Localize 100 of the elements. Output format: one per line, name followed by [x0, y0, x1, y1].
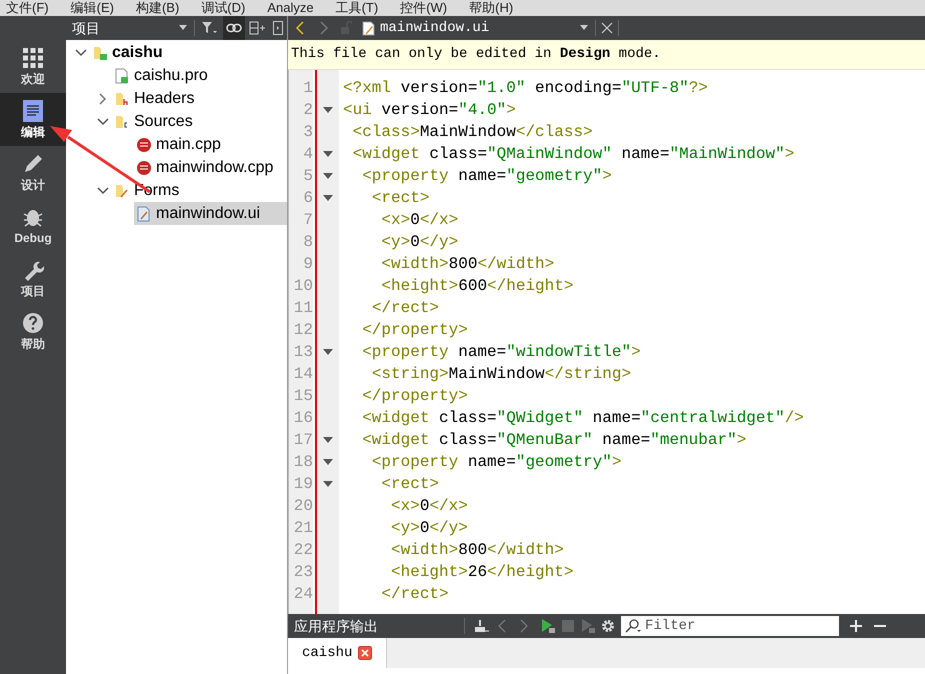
dropdown-caret-icon[interactable]	[579, 25, 589, 31]
folder-icon	[92, 44, 108, 60]
fold-icon[interactable]	[323, 481, 333, 487]
code-line: <widget class="QWidget" name="centralwidget"/>	[361, 408, 805, 429]
code-line: <widget class="QMainWindow" name="MainWindow">	[352, 144, 796, 165]
line-number: 14	[292, 364, 313, 385]
info-bar: This file can only be edited in Design mode.	[288, 40, 925, 70]
folder-icon	[114, 90, 130, 106]
folder-icon	[114, 114, 130, 130]
link-icon	[226, 23, 242, 33]
code-line: <width>800</width>	[390, 540, 565, 561]
code-line: <?xml version="1.0" encoding="UTF-8"?>	[343, 78, 709, 99]
line-number: 17	[292, 430, 313, 451]
menu-item[interactable]: 调试(D)	[201, 0, 246, 16]
line-number: 10	[292, 276, 313, 297]
file-icon	[362, 20, 375, 36]
tree-item[interactable]: mainwindow.ui	[134, 202, 287, 225]
line-number: 7	[302, 210, 313, 231]
chevron-down-icon[interactable]	[75, 48, 87, 56]
back-icon[interactable]	[294, 21, 306, 35]
code-line: <widget class="QMenuBar" name="menubar">	[361, 430, 748, 451]
fold-icon[interactable]	[323, 107, 333, 113]
fold-icon[interactable]	[323, 437, 333, 443]
code-line: <rect>	[380, 474, 440, 495]
link-button[interactable]	[223, 16, 245, 40]
fold-icon[interactable]	[323, 151, 333, 157]
code-line: <property name="geometry">	[361, 166, 613, 187]
tree-item[interactable]: Sources	[112, 110, 287, 133]
fold-icon[interactable]	[323, 349, 333, 355]
line-number: 18	[292, 452, 313, 473]
chevron-down-icon[interactable]	[97, 186, 109, 194]
code-line: <width>800</width>	[380, 254, 556, 275]
panel-title: 项目	[72, 18, 101, 38]
chevron-down-icon[interactable]	[97, 118, 109, 126]
code-line: <rect>	[370, 188, 430, 209]
fold-icon[interactable]	[323, 459, 333, 465]
filter-icon[interactable]	[201, 21, 217, 35]
filter-field[interactable]: Filter	[621, 616, 839, 636]
line-number: 4	[302, 144, 313, 165]
line-number: 16	[292, 408, 313, 429]
tree-item[interactable]: Headers	[112, 87, 287, 110]
fold-icon[interactable]	[323, 195, 333, 201]
line-number: 6	[302, 188, 313, 209]
line-number: 21	[292, 518, 313, 539]
file-icon	[136, 206, 152, 222]
menu-item[interactable]: 构建(B)	[136, 0, 180, 16]
file-icon	[114, 68, 130, 84]
settings-icon[interactable]	[601, 619, 615, 633]
code-line: </property>	[361, 320, 469, 341]
dropdown-caret-icon[interactable]	[178, 25, 188, 31]
line-number: 12	[292, 320, 313, 341]
code-line: <string>MainWindow</string>	[370, 364, 632, 385]
folder-icon	[114, 182, 130, 198]
menu-item[interactable]: 编辑(E)	[70, 0, 114, 16]
help-icon	[22, 312, 44, 334]
code-line: <ui version="4.0">	[343, 100, 517, 121]
code-line: <property name="windowTitle">	[361, 342, 642, 363]
code-line: <height>600</height>	[380, 276, 574, 297]
tree-item[interactable]: mainwindow.cpp	[134, 156, 287, 179]
line-number: 1	[302, 78, 313, 99]
menu-item[interactable]: 帮助(H)	[469, 0, 514, 16]
fold-icon[interactable]	[323, 173, 333, 179]
code-line: <height>26</height>	[390, 562, 574, 583]
line-number: 20	[292, 496, 313, 517]
line-number: 3	[302, 122, 313, 143]
tree-item[interactable]: caishu	[90, 41, 287, 64]
line-number: 23	[292, 562, 313, 583]
line-number: 2	[302, 100, 313, 121]
search-icon	[625, 619, 643, 633]
tree-item[interactable]: main.cpp	[134, 133, 287, 156]
code-line: <y>0</y>	[380, 232, 460, 253]
chevron-right-icon[interactable]	[99, 92, 107, 104]
plus-icon[interactable]	[849, 619, 863, 633]
filter-input[interactable]: Filter	[645, 616, 825, 636]
close-icon[interactable]	[358, 646, 372, 660]
pencil-icon	[22, 153, 44, 175]
menu-item[interactable]: 文件(F)	[6, 0, 49, 16]
tree-item[interactable]: caishu.pro	[112, 64, 287, 87]
line-number: 9	[302, 254, 313, 275]
code-line: <x>0</x>	[380, 210, 460, 231]
document-icon	[23, 100, 43, 122]
split-icon[interactable]	[249, 21, 265, 35]
line-number: 24	[292, 584, 313, 605]
code-line: </property>	[361, 386, 469, 407]
grid-icon	[22, 47, 44, 69]
line-number: 22	[292, 540, 313, 561]
menu-item[interactable]: Analyze	[267, 0, 314, 16]
menu-item[interactable]: 工具(T)	[336, 0, 378, 16]
line-number: 19	[292, 474, 313, 495]
menu-item[interactable]: 控件(W)	[400, 0, 448, 16]
mode-button[interactable]: 编辑	[0, 93, 66, 146]
line-number: 5	[302, 166, 313, 187]
code-line: <class>MainWindow</class>	[352, 122, 594, 143]
code-line: </rect>	[370, 298, 440, 319]
panel-title: 应用程序输出	[294, 616, 379, 636]
close-panel-icon[interactable]	[273, 21, 283, 35]
output-tab[interactable]: caishu	[288, 638, 388, 668]
line-number: 11	[292, 298, 313, 319]
line-number: 13	[292, 342, 313, 363]
run-icon[interactable]	[541, 618, 555, 634]
